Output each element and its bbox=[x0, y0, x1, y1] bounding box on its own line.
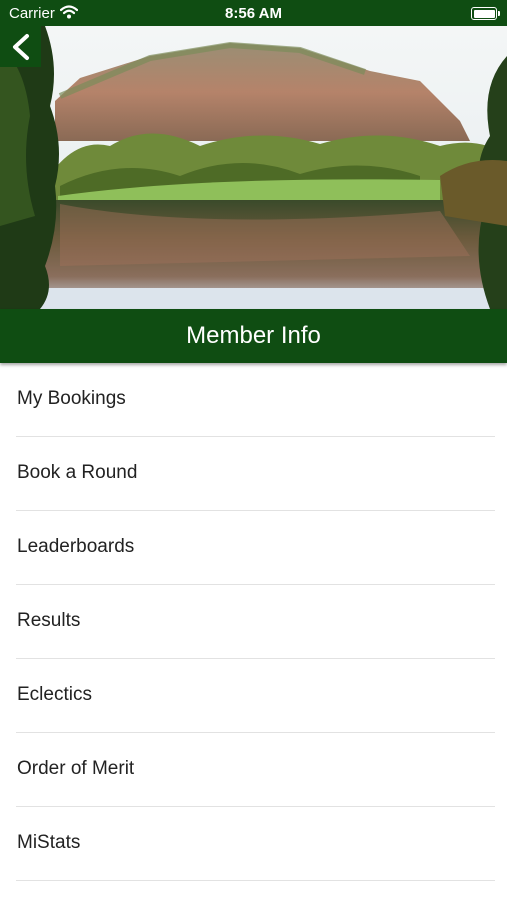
menu-item-my-bookings[interactable]: My Bookings bbox=[0, 363, 507, 437]
menu-list: My Bookings Book a Round Leaderboards Re… bbox=[0, 363, 507, 881]
menu-item-eclectics[interactable]: Eclectics bbox=[0, 659, 507, 733]
menu-item-label: My Bookings bbox=[17, 388, 126, 409]
menu-item-order-of-merit[interactable]: Order of Merit bbox=[0, 733, 507, 807]
menu-item-label: Book a Round bbox=[17, 462, 138, 483]
clock: 8:56 AM bbox=[225, 5, 282, 22]
status-bar: Carrier 8:56 AM bbox=[0, 0, 507, 26]
menu-item-label: Eclectics bbox=[17, 684, 92, 705]
menu-item-label: MiStats bbox=[17, 832, 81, 853]
page-title: Member Info bbox=[0, 309, 507, 363]
menu-item-book-a-round[interactable]: Book a Round bbox=[0, 437, 507, 511]
hero-image bbox=[0, 26, 507, 309]
menu-item-label: Order of Merit bbox=[17, 758, 135, 779]
menu-item-results[interactable]: Results bbox=[0, 585, 507, 659]
menu-item-label: Results bbox=[17, 610, 81, 631]
menu-item-leaderboards[interactable]: Leaderboards bbox=[0, 511, 507, 585]
chevron-left-icon bbox=[13, 34, 29, 60]
menu-item-label: Leaderboards bbox=[17, 536, 135, 557]
back-button[interactable] bbox=[0, 26, 41, 67]
menu-item-mistats[interactable]: MiStats bbox=[0, 807, 507, 881]
divider bbox=[16, 880, 495, 881]
battery-icon bbox=[471, 7, 500, 20]
